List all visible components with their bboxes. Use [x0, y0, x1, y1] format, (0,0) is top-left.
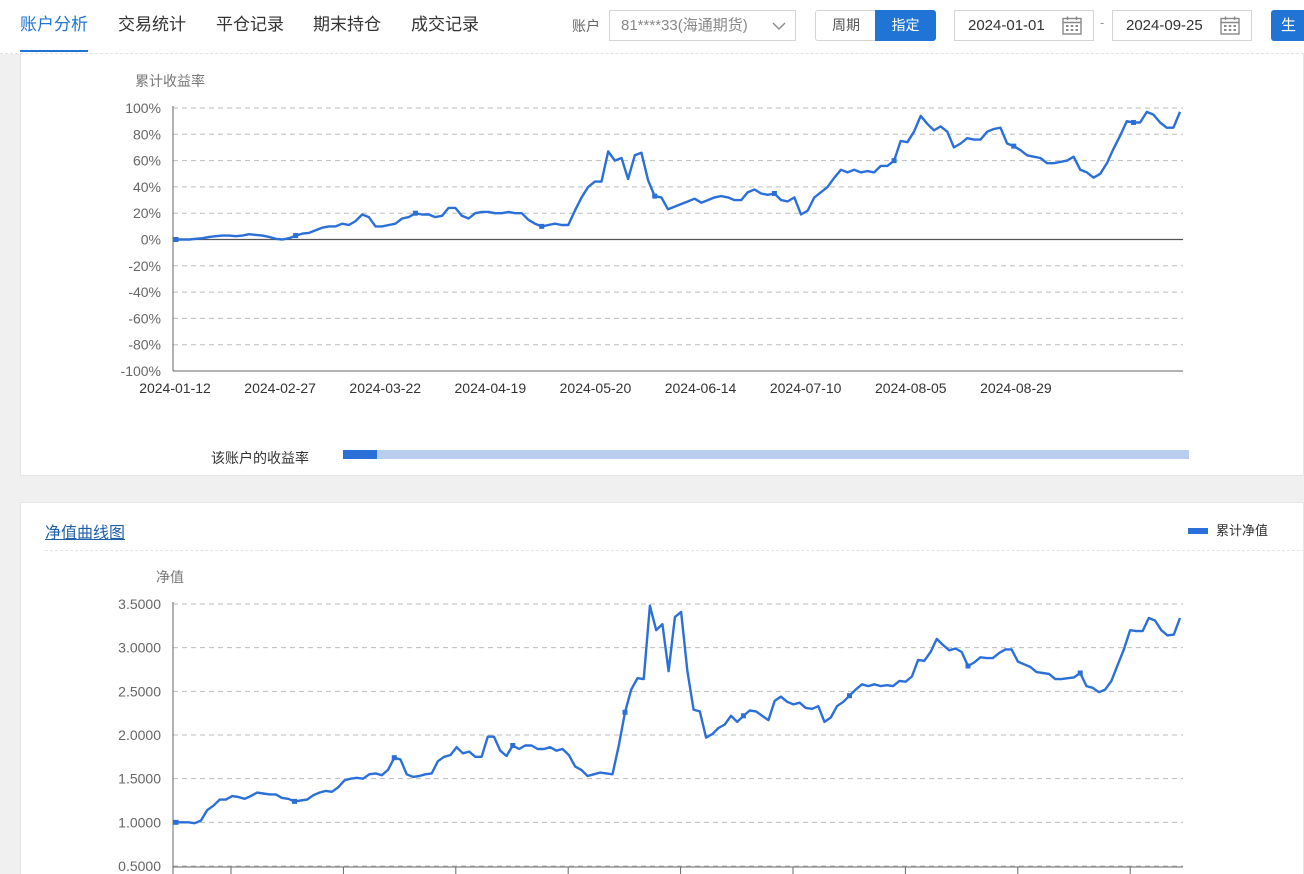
tab-account-analysis[interactable]: 账户分析: [20, 0, 88, 54]
data-point: [891, 158, 897, 164]
data-point: [965, 663, 971, 669]
top-nav-bar: 账户分析 交易统计 平仓记录 期末持仓 成交记录 账户 81****33(海通期…: [0, 0, 1304, 54]
data-point: [539, 223, 545, 229]
x-tick-label: 2024-03-22: [349, 380, 421, 396]
x-tick-label: 2024-08-29: [980, 380, 1052, 396]
y-tick-label: -80%: [128, 337, 161, 353]
data-point: [622, 709, 628, 715]
y-tick-label: 2.5000: [118, 683, 161, 699]
data-point: [291, 798, 297, 804]
y-axis-title: 累计收益率: [135, 73, 205, 89]
data-point: [510, 742, 516, 748]
x-tick-label: 2024-02-27: [244, 380, 316, 396]
data-point: [391, 755, 397, 761]
return-chart: 100% 80% 60% 40% 20% 0% -20% -40% -60% -80% -100% 累…: [121, 73, 1183, 396]
custom-range-button[interactable]: 指定: [875, 10, 936, 41]
tab-deal-records[interactable]: 成交记录: [411, 0, 479, 54]
x-tick-label: 2024-01-12: [139, 380, 211, 396]
y-tick-label: 2.0000: [118, 727, 161, 743]
data-point: [652, 193, 658, 199]
x-tick-label: 2024-06-14: [665, 380, 737, 396]
nav-chart-panel: 净值曲线图 累计净值 3.5000 3.0000 2.5000 2.0000 1.500…: [20, 502, 1304, 874]
data-point: [771, 190, 777, 196]
y-tick-label: 3.5000: [118, 596, 161, 612]
data-point: [1011, 143, 1017, 149]
data-point: [412, 210, 418, 216]
x-tick-label: 2024-05-20: [560, 380, 632, 396]
tab-end-positions[interactable]: 期末持仓: [313, 0, 381, 54]
x-tick-label: 2024-04-19: [455, 380, 527, 396]
data-point: [1077, 670, 1083, 676]
end-date-input[interactable]: 2024-09-25: [1112, 10, 1252, 41]
data-point: [293, 233, 299, 239]
calendar-icon: [1062, 16, 1082, 35]
y-tick-label: 0.5000: [118, 858, 161, 874]
return-progress-bar: [343, 450, 1189, 459]
account-label: 账户: [572, 18, 600, 34]
y-tick-label: 40%: [133, 179, 161, 195]
y-axis-title: 净值: [156, 569, 184, 585]
y-tick-label: 1.5000: [118, 771, 161, 787]
y-tick-label: 0%: [141, 232, 161, 248]
y-tick-label: 3.0000: [118, 640, 161, 656]
generate-button[interactable]: 生: [1271, 10, 1304, 41]
start-date-value: 2024-01-01: [968, 17, 1045, 34]
x-tick-label: 2024-07-10: [770, 380, 842, 396]
progress-label: 该账户的收益率: [211, 450, 309, 466]
account-select-value: 81****33(海通期货): [621, 17, 748, 34]
y-tick-label: 60%: [133, 153, 161, 169]
y-tick-label: -100%: [121, 363, 161, 379]
tab-trade-stats[interactable]: 交易统计: [118, 0, 186, 54]
account-select[interactable]: 81****33(海通期货): [609, 10, 796, 41]
start-date-input[interactable]: 2024-01-01: [954, 10, 1094, 41]
y-tick-label: 100%: [125, 100, 161, 116]
data-point: [173, 237, 179, 242]
data-point: [1130, 119, 1136, 125]
nav-chart: 3.5000 3.0000 2.5000 2.0000 1.5000 1.0000 0.50…: [118, 569, 1183, 874]
y-tick-label: 20%: [133, 205, 161, 221]
x-tick-label: 2024-08-05: [875, 380, 947, 396]
series-line: [176, 604, 1182, 825]
calendar-icon: [1220, 16, 1240, 35]
y-tick-label: -40%: [128, 284, 161, 300]
series-line: [176, 110, 1182, 241]
return-progress-fill: [343, 450, 377, 459]
y-tick-label: -60%: [128, 310, 161, 326]
tab-close-records[interactable]: 平仓记录: [216, 0, 284, 54]
data-point: [740, 713, 746, 719]
y-tick-label: 80%: [133, 126, 161, 142]
data-point: [173, 819, 179, 825]
period-button[interactable]: 周期: [815, 10, 876, 41]
return-chart-panel: 100% 80% 60% 40% 20% 0% -20% -40% -60% -80% -100% 累…: [20, 54, 1304, 476]
y-tick-label: 1.0000: [118, 814, 161, 830]
end-date-value: 2024-09-25: [1126, 17, 1203, 34]
y-tick-label: -20%: [128, 258, 161, 274]
date-separator: -: [1100, 15, 1105, 30]
chevron-down-icon: [772, 22, 786, 30]
data-point: [846, 693, 852, 699]
